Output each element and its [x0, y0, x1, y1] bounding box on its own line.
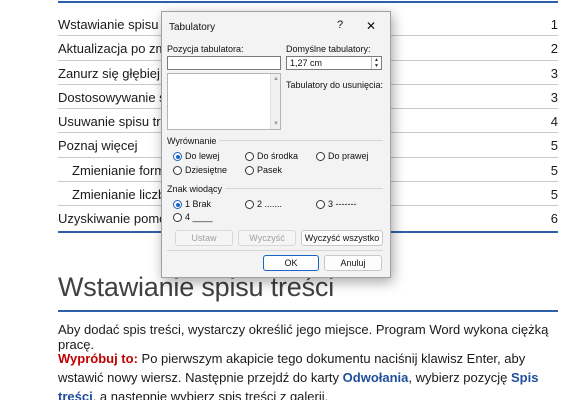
toc-entry-text: Zmienianie forma	[72, 162, 173, 178]
clear-all-button[interactable]: Wyczyść wszystko	[301, 230, 383, 246]
spin-down-icon[interactable]: ▼	[372, 63, 381, 69]
references-tab-mention: Odwołania	[342, 370, 409, 385]
align-center-radio[interactable]	[245, 152, 254, 161]
tab-position-input[interactable]	[167, 56, 281, 70]
align-right-label: Do prawej	[328, 151, 369, 161]
clear-button[interactable]: Wyczyść	[238, 230, 296, 246]
heading-rule	[58, 310, 558, 312]
toc-entry-page: 5	[550, 187, 558, 203]
toc-entry-text: Zanurz się głębiej n	[58, 65, 171, 81]
leader-none-radio[interactable]	[173, 200, 182, 209]
toc-entry-page: 3	[550, 65, 558, 81]
align-bar-label: Pasek	[257, 165, 283, 175]
tip-text: , wybierz pozycję	[408, 370, 511, 385]
list-scrollbar[interactable]: ▲ ▼	[270, 74, 280, 129]
align-decimal-label: Dziesiętne	[185, 165, 228, 175]
alignment-group-label: Wyrównanie	[167, 136, 220, 146]
leader-dots-radio[interactable]	[245, 200, 254, 209]
toc-entry-text: Aktualizacja po zmi	[58, 41, 170, 57]
tabs-to-clear-label: Tabulatory do usunięcia:	[286, 80, 384, 90]
tab-stops-list[interactable]: ▲ ▼	[167, 73, 281, 130]
default-tabs-spinner[interactable]: ▲ ▼	[371, 57, 381, 69]
default-tabs-value: 1,27 cm	[290, 58, 323, 68]
toc-entry-text: Poznaj więcej	[58, 138, 138, 154]
scroll-down-icon[interactable]: ▼	[271, 121, 281, 127]
tip-text: , a następnie wybierz spis treści z gale…	[92, 389, 329, 400]
toc-entry-text: Wstawianie spisu tr	[58, 17, 170, 32]
default-tabs-label: Domyślne tabulatory:	[286, 44, 371, 54]
divider	[167, 250, 383, 251]
leader-dashes-label: 3 -------	[328, 199, 357, 209]
leader-none-label: 1 Brak	[185, 199, 212, 209]
align-left-label: Do lewej	[185, 151, 220, 161]
ok-button[interactable]: OK	[263, 255, 319, 271]
toc-entry-text: Usuwanie spisu tres	[58, 114, 175, 130]
toc-entry-text: Dostosowywanie sp	[58, 89, 173, 105]
body-paragraph: Aby dodać spis treści, wystarczy określi…	[58, 322, 549, 352]
help-button[interactable]: ?	[333, 19, 347, 33]
leader-underline-radio[interactable]	[173, 213, 182, 222]
align-left-radio[interactable]	[173, 152, 182, 161]
leader-dots-label: 2 .......	[257, 199, 283, 209]
default-tabs-input[interactable]: 1,27 cm ▲ ▼	[286, 56, 382, 70]
tab-position-label: Pozycja tabulatora:	[167, 44, 244, 54]
toc-entry-page: 2	[550, 41, 558, 57]
dialog-title: Tabulatory	[169, 22, 216, 33]
toc-entry-page: 5	[550, 162, 558, 178]
leader-group-label: Znak wiodący	[167, 184, 226, 194]
close-icon[interactable]: ✕	[364, 19, 378, 33]
align-right-radio[interactable]	[316, 152, 325, 161]
tabs-dialog: Tabulatory ? ✕ Pozycja tabulatora: ▲ ▼ D…	[161, 11, 391, 278]
leader-underline-label: 4 ____	[185, 212, 213, 222]
tip-lead: Wypróbuj to:	[58, 351, 138, 366]
align-center-label: Do środka	[257, 151, 299, 161]
toc-entry-page: 1	[550, 17, 558, 32]
align-decimal-radio[interactable]	[173, 166, 182, 175]
top-rule	[58, 1, 558, 3]
set-button[interactable]: Ustaw	[175, 230, 233, 246]
scroll-up-icon[interactable]: ▲	[271, 76, 281, 82]
toc-entry-page: 3	[550, 89, 558, 105]
align-bar-radio[interactable]	[245, 166, 254, 175]
toc-entry-page: 4	[550, 114, 558, 130]
toc-entry-page: 5	[550, 138, 558, 154]
tip-paragraph: Wypróbuj to: Po pierwszym akapicie tego …	[58, 349, 563, 400]
toc-entry-text: Uzyskiwanie pomoc	[58, 211, 173, 227]
leader-dashes-radio[interactable]	[316, 200, 325, 209]
toc-entry-page: 6	[550, 211, 558, 227]
cancel-button[interactable]: Anuluj	[324, 255, 382, 271]
toc-entry-text: Zmienianie liczby	[72, 187, 172, 203]
